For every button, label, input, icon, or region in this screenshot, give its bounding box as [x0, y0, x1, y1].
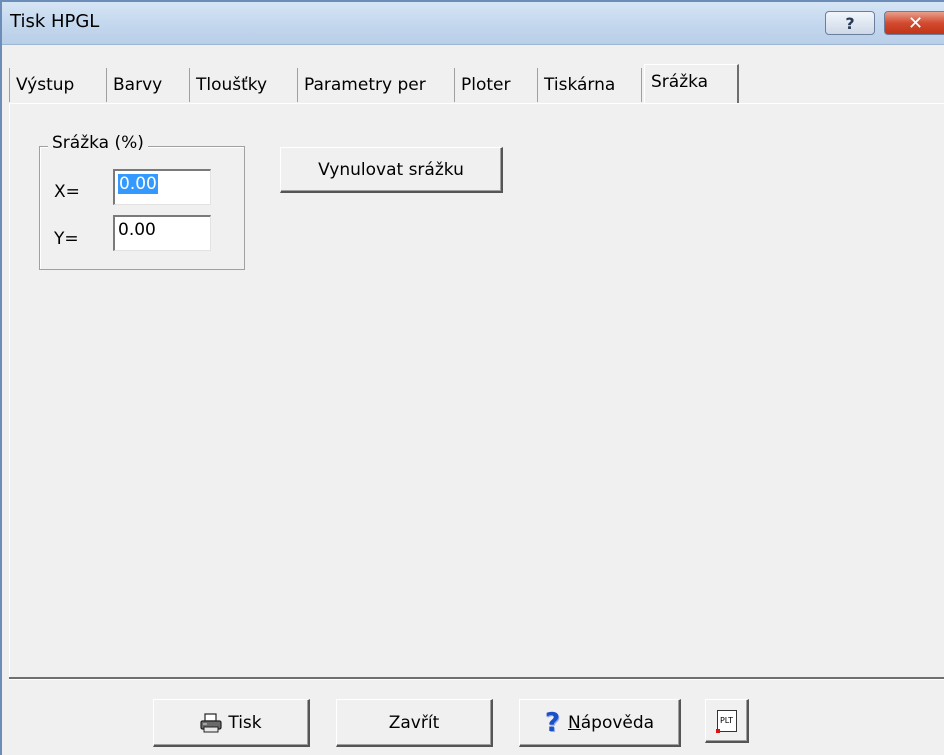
dialog-window: Tisk HPGL ? ✕ Výstup Barvy Tloušťky Para…	[0, 0, 944, 755]
title-bar[interactable]: Tisk HPGL ? ✕	[2, 2, 944, 45]
reset-shrink-button[interactable]: Vynulovat srážku	[280, 147, 503, 193]
help-label: Nápověda	[568, 712, 655, 733]
help-title-button[interactable]: ?	[825, 11, 875, 35]
window-title: Tisk HPGL	[10, 11, 100, 32]
print-label: Tisk	[228, 712, 262, 733]
reset-shrink-label: Vynulovat srážku	[318, 159, 464, 180]
close-title-button[interactable]: ✕	[884, 11, 944, 35]
tab-srazka[interactable]: Srážka	[644, 64, 739, 104]
x-shrink-input[interactable]: 0.00	[113, 169, 211, 205]
plt-button[interactable]: PLT	[705, 699, 749, 743]
close-icon: ✕	[907, 12, 924, 34]
tab-strip: Výstup Barvy Tloušťky Parametry per Plot…	[9, 64, 944, 104]
x-shrink-value: 0.00	[118, 174, 158, 194]
tab-vystup[interactable]: Výstup	[9, 68, 107, 102]
y-shrink-value: 0.00	[118, 220, 156, 240]
bottom-separator-highlight	[9, 679, 944, 680]
y-shrink-input[interactable]: 0.00	[113, 215, 211, 251]
shrink-group-label: Srážka (%)	[48, 133, 148, 153]
plt-file-icon: PLT	[715, 709, 737, 733]
tab-barvy[interactable]: Barvy	[107, 68, 190, 102]
question-mark-icon: ?	[544, 707, 561, 738]
tab-parametry-per[interactable]: Parametry per	[298, 68, 455, 102]
tab-tloustky[interactable]: Tloušťky	[190, 68, 298, 102]
y-label: Y=	[54, 229, 79, 249]
x-label: X=	[54, 182, 80, 202]
print-button[interactable]: Tisk	[153, 699, 310, 747]
close-label: Zavřít	[388, 712, 440, 733]
close-button[interactable]: Zavřít	[336, 699, 493, 747]
tab-tiskarna[interactable]: Tiskárna	[538, 68, 642, 102]
shrink-groupbox	[39, 146, 245, 270]
help-button[interactable]: ? Nápověda	[519, 699, 681, 747]
printer-icon	[200, 712, 222, 733]
question-mark-icon: ?	[845, 13, 855, 33]
tab-ploter[interactable]: Ploter	[455, 68, 538, 102]
